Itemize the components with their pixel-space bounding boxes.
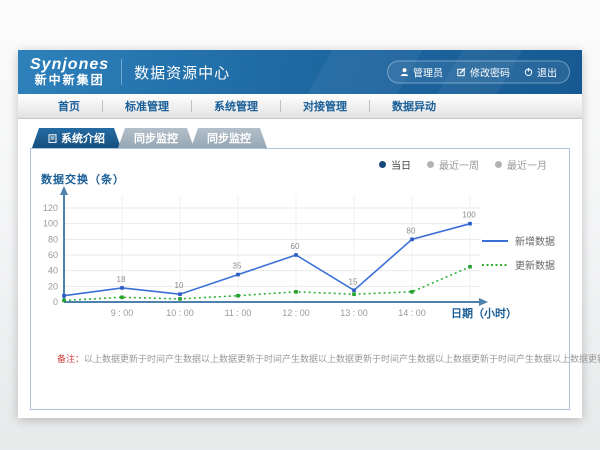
app-window: Synjones 新中新集团 数据资源中心 管理员修改密码退出 首页标准管理系统…: [18, 50, 582, 418]
svg-text:20: 20: [48, 281, 58, 291]
tab-bar: 系统介绍 同步监控 同步监控: [32, 128, 582, 148]
legend-line-sample-icon: [482, 261, 508, 269]
user-menu: 管理员 修改密码 退出: [387, 61, 570, 84]
edit-icon: [457, 68, 466, 77]
nav-item-数据异动[interactable]: 数据异动: [370, 98, 458, 114]
svg-text:120: 120: [43, 203, 58, 213]
chart-tick-labels: 0 20 40 60 80 100 120 9 : 00 10 : 00 11 : 00 12 : …: [43, 203, 426, 318]
svg-text:60: 60: [48, 250, 58, 260]
page-title: 数据资源中心: [134, 62, 230, 83]
data-point-marker: [352, 292, 356, 296]
data-point-marker: [236, 294, 240, 298]
svg-text:13 : 00: 13 : 00: [340, 308, 368, 318]
x-axis-arrow-icon: [479, 298, 488, 306]
svg-text:100: 100: [43, 219, 58, 229]
data-point-label: 80: [407, 226, 416, 235]
user-menu-label: 修改密码: [470, 65, 510, 80]
legend-label: 新增数据: [515, 233, 555, 248]
tab-label: 系统介绍: [61, 130, 105, 146]
user-menu-修改密码[interactable]: 修改密码: [457, 65, 510, 80]
tab-label: 同步监控: [207, 130, 251, 146]
svg-text:12 : 00: 12 : 00: [282, 308, 310, 318]
page-background: Synjones 新中新集团 数据资源中心 管理员修改密码退出 首页标准管理系统…: [0, 0, 600, 450]
app-header: Synjones 新中新集团 数据资源中心 管理员 修改密码 退出: [18, 50, 582, 94]
power-icon: [524, 68, 533, 77]
header-divider: [121, 59, 122, 85]
legend-label: 更新数据: [515, 257, 555, 272]
data-point-marker: [120, 286, 124, 290]
nav-item-标准管理[interactable]: 标准管理: [103, 98, 191, 114]
user-menu-label: 管理员: [413, 65, 443, 80]
svg-text:11 : 00: 11 : 00: [225, 308, 252, 318]
legend-line-sample-icon: [482, 237, 508, 245]
data-point-marker: [410, 238, 414, 242]
data-point-marker: [468, 222, 472, 226]
user-menu-label: 退出: [537, 65, 557, 80]
data-point-marker: [178, 292, 182, 296]
svg-text:0: 0: [53, 297, 58, 307]
line-chart: 0 20 40 60 80 100 120 9 : 00 10 : 00 11 : 00 12 : …: [31, 149, 569, 409]
note-label: 备注：: [57, 354, 84, 364]
svg-text:40: 40: [48, 266, 58, 276]
svg-text:14 : 00: 14 : 00: [398, 308, 426, 318]
tab-同步监控-2[interactable]: 同步监控: [191, 128, 267, 148]
data-point-marker: [120, 296, 124, 300]
document-icon: [48, 134, 57, 143]
nav-item-系统管理[interactable]: 系统管理: [192, 98, 280, 114]
chart-x-axis-title: 日期（小时）: [451, 306, 517, 320]
legend-item-新增数据: 新增数据: [482, 233, 555, 248]
tab-系统介绍-0[interactable]: 系统介绍: [32, 128, 121, 148]
legend-item-更新数据: 更新数据: [482, 257, 555, 272]
nav-item-首页[interactable]: 首页: [36, 98, 102, 114]
data-point-label: 18: [117, 275, 126, 284]
data-point-marker: [62, 299, 66, 303]
nav-item-对接管理[interactable]: 对接管理: [281, 98, 369, 114]
tab-同步监控-1[interactable]: 同步监控: [118, 128, 194, 148]
data-point-label: 10: [175, 281, 184, 290]
chart-legend: 新增数据更新数据: [482, 233, 555, 272]
user-menu-退出[interactable]: 退出: [524, 65, 557, 80]
data-point-marker: [468, 265, 472, 269]
user-icon: [400, 68, 409, 77]
data-point-label: 35: [233, 262, 242, 271]
logo-text-en: Synjones: [30, 57, 109, 74]
data-point-marker: [178, 297, 182, 301]
footer-note: 备注：以上数据更新于时间产生数据以上数据更新于时间产生数据以上数据更新于时间产生…: [57, 352, 600, 365]
data-point-marker: [294, 290, 298, 294]
data-point-label: 100: [462, 211, 476, 220]
data-point-marker: [62, 294, 66, 298]
svg-text:9 : 00: 9 : 00: [111, 308, 134, 318]
svg-text:80: 80: [48, 234, 58, 244]
content-area: 系统介绍同步监控同步监控 当日最近一周最近一月 数据交换（条） 02040608…: [18, 128, 582, 410]
data-point-marker: [410, 290, 414, 294]
main-nav: 首页标准管理系统管理对接管理数据异动: [18, 94, 582, 119]
data-point-label: 15: [349, 277, 358, 286]
data-point-marker: [352, 288, 356, 292]
data-point-marker: [294, 253, 298, 257]
data-point-marker: [236, 273, 240, 277]
data-point-label: 60: [291, 242, 300, 251]
user-menu-管理员[interactable]: 管理员: [400, 65, 443, 80]
svg-text:10 : 00: 10 : 00: [166, 308, 194, 318]
tab-label: 同步监控: [134, 130, 178, 146]
logo-text-cn: 新中新集团: [35, 74, 105, 87]
chart-grid: [65, 195, 481, 301]
content-panel: 当日最近一周最近一月 数据交换（条） 0204060801001209 : 00…: [30, 148, 570, 410]
logo: Synjones 新中新集团: [30, 57, 109, 86]
y-axis-arrow-icon: [60, 186, 68, 195]
note-text: 以上数据更新于时间产生数据以上数据更新于时间产生数据以上数据更新于时间产生数据以…: [84, 354, 600, 364]
